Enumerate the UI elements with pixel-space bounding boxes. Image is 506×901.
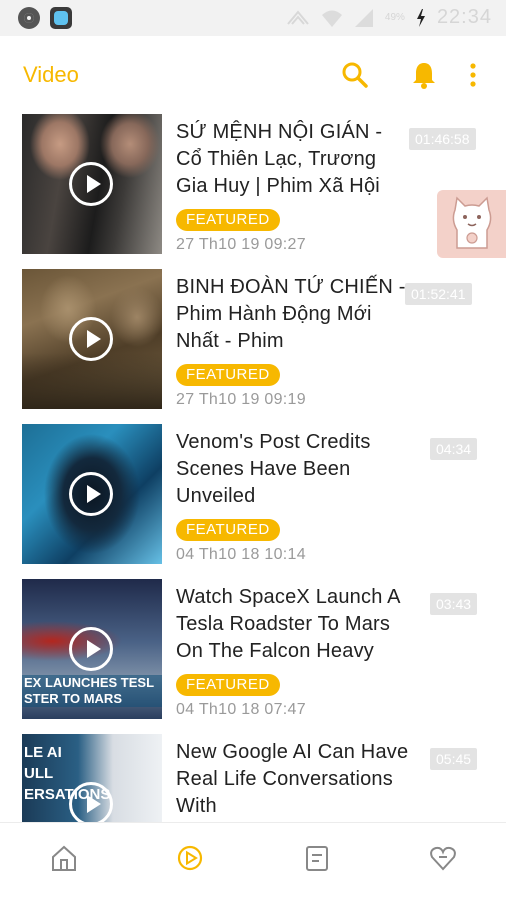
page-title: Video: [23, 62, 79, 87]
status-bar: 49% 22:34: [0, 0, 506, 36]
video-item[interactable]: LE AI ULL ERSATIONS New Google AI Can Ha…: [0, 734, 506, 822]
featured-badge: FEATURED: [176, 209, 280, 231]
featured-badge: FEATURED: [176, 364, 280, 386]
signal-icon: [354, 8, 373, 27]
app-notification-icon: [50, 7, 72, 29]
video-date: 27 Th10 19 09:27: [176, 236, 306, 250]
video-thumbnail[interactable]: EX LAUNCHES TESL STER TO MARS: [22, 579, 162, 719]
video-list[interactable]: SỨ MỆNH NỘI GIÁN - Cổ Thiên Lạc, Trương …: [0, 114, 506, 822]
status-time: 22:34: [436, 6, 492, 28]
camera-notification-icon: [18, 7, 40, 29]
video-item[interactable]: Venom's Post Credits Scenes Have Been Un…: [0, 424, 506, 567]
wifi-icon: [321, 10, 342, 27]
video-title[interactable]: New Google AI Can Have Real Life Convers…: [176, 739, 410, 820]
news-icon[interactable]: [302, 843, 332, 873]
video-date: 27 Th10 19 09:19: [176, 391, 306, 405]
video-title[interactable]: BINH ĐOÀN TỨ CHIẾN - Phim Hành Động Mới …: [176, 274, 410, 355]
play-icon[interactable]: [69, 472, 113, 516]
home-icon[interactable]: [49, 843, 79, 873]
featured-badge: FEATURED: [176, 674, 280, 696]
bottom-navigation: [0, 822, 506, 901]
video-item[interactable]: BINH ĐOÀN TỨ CHIẾN - Phim Hành Động Mới …: [0, 269, 506, 412]
battery-percent: 49%: [384, 12, 405, 23]
nfc-icon: [287, 9, 309, 25]
video-item[interactable]: SỨ MỆNH NỘI GIÁN - Cổ Thiên Lạc, Trương …: [0, 114, 506, 257]
video-date: 04 Th10 18 07:47: [176, 701, 306, 715]
bell-icon[interactable]: [409, 60, 439, 90]
floating-cat-button[interactable]: [437, 190, 506, 258]
play-icon[interactable]: [69, 782, 113, 822]
video-thumbnail[interactable]: [22, 114, 162, 254]
featured-badge: FEATURED: [176, 519, 280, 541]
video-item[interactable]: EX LAUNCHES TESL STER TO MARS Watch Spac…: [0, 579, 506, 722]
more-vert-icon[interactable]: [462, 60, 492, 90]
app-header: Video: [0, 36, 506, 116]
battery-charging-icon: [416, 8, 425, 27]
duration-badge: 05:45: [430, 748, 478, 770]
play-icon[interactable]: [69, 627, 113, 671]
video-title[interactable]: SỨ MỆNH NỘI GIÁN - Cổ Thiên Lạc, Trương …: [176, 119, 410, 200]
favorites-icon[interactable]: [428, 843, 458, 873]
video-thumbnail[interactable]: [22, 424, 162, 564]
video-title[interactable]: Venom's Post Credits Scenes Have Been Un…: [176, 429, 410, 510]
play-icon[interactable]: [69, 317, 113, 361]
play-icon[interactable]: [69, 162, 113, 206]
thumbnail-caption: EX LAUNCHES TESL STER TO MARS: [22, 675, 162, 707]
duration-badge: 03:43: [430, 593, 478, 615]
duration-badge: 01:46:58: [409, 128, 476, 150]
video-thumbnail[interactable]: [22, 269, 162, 409]
search-icon[interactable]: [340, 60, 370, 90]
video-thumbnail[interactable]: LE AI ULL ERSATIONS: [22, 734, 162, 822]
video-icon[interactable]: [175, 843, 205, 873]
video-date: 04 Th10 18 10:14: [176, 546, 306, 560]
duration-badge: 01:52:41: [405, 283, 472, 305]
duration-badge: 04:34: [430, 438, 478, 460]
lucky-cat-icon: [452, 196, 492, 249]
video-title[interactable]: Watch SpaceX Launch A Tesla Roadster To …: [176, 584, 410, 665]
